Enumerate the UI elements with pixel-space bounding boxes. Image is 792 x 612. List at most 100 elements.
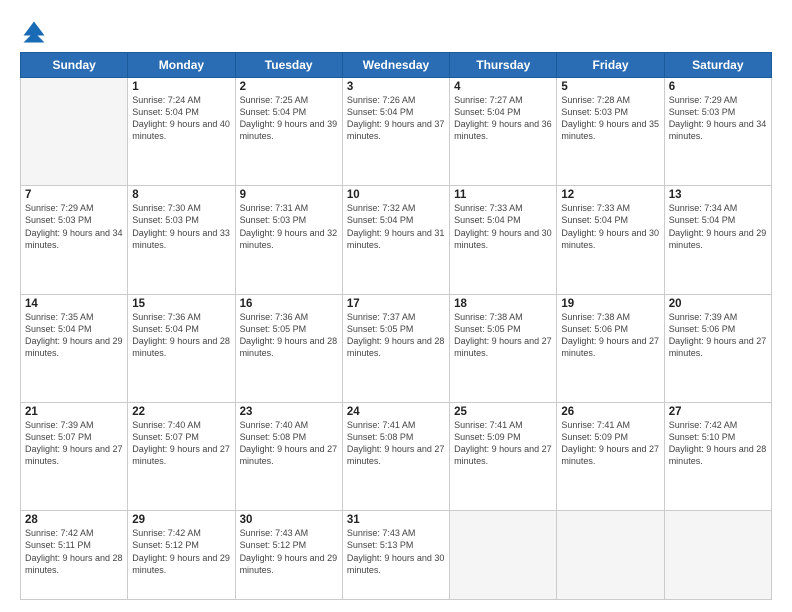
day-detail: Sunrise: 7:38 AMSunset: 5:05 PMDaylight:… xyxy=(454,312,552,358)
day-number: 22 xyxy=(132,406,230,418)
calendar-cell: 11Sunrise: 7:33 AMSunset: 5:04 PMDayligh… xyxy=(450,186,557,294)
day-number: 14 xyxy=(25,298,123,310)
day-number: 6 xyxy=(669,81,767,93)
calendar-cell: 6Sunrise: 7:29 AMSunset: 5:03 PMDaylight… xyxy=(664,78,771,186)
calendar-cell: 14 Sunrise: 7:35 AMSunset: 5:04 PMDayligh… xyxy=(21,294,128,402)
day-number: 9 xyxy=(240,189,338,201)
day-number: 15 xyxy=(132,298,230,310)
day-number: 20 xyxy=(669,298,767,310)
calendar-cell: 20 Sunrise: 7:39 AMSunset: 5:06 PMDayligh… xyxy=(664,294,771,402)
calendar-cell: 25 Sunrise: 7:41 AMSunset: 5:09 PMDayligh… xyxy=(450,402,557,510)
day-detail: Sunrise: 7:31 AMSunset: 5:03 PMDaylight:… xyxy=(240,203,338,249)
day-number: 24 xyxy=(347,406,445,418)
day-header-tuesday: Tuesday xyxy=(235,53,342,78)
day-number: 12 xyxy=(561,189,659,201)
day-number: 18 xyxy=(454,298,552,310)
calendar-cell xyxy=(450,511,557,600)
day-detail: Sunrise: 7:25 AMSunset: 5:04 PMDaylight:… xyxy=(240,95,338,141)
day-detail: Sunrise: 7:42 AMSunset: 5:11 PMDaylight:… xyxy=(25,528,123,574)
day-header-friday: Friday xyxy=(557,53,664,78)
calendar-cell: 18 Sunrise: 7:38 AMSunset: 5:05 PMDayligh… xyxy=(450,294,557,402)
calendar-cell: 30Sunrise: 7:43 AMSunset: 5:12 PMDayligh… xyxy=(235,511,342,600)
calendar-week-row: 28 Sunrise: 7:42 AMSunset: 5:11 PMDayligh… xyxy=(21,511,772,600)
day-number: 30 xyxy=(240,514,338,526)
day-detail: Sunrise: 7:35 AMSunset: 5:04 PMDaylight:… xyxy=(25,312,123,358)
day-detail: Sunrise: 7:34 AMSunset: 5:04 PMDaylight:… xyxy=(669,203,767,249)
day-number: 13 xyxy=(669,189,767,201)
day-number: 7 xyxy=(25,189,123,201)
calendar-cell: 9 Sunrise: 7:31 AMSunset: 5:03 PMDaylight… xyxy=(235,186,342,294)
calendar-cell: 16Sunrise: 7:36 AMSunset: 5:05 PMDayligh… xyxy=(235,294,342,402)
header xyxy=(20,18,772,46)
day-detail: Sunrise: 7:42 AMSunset: 5:12 PMDaylight:… xyxy=(132,528,230,574)
day-detail: Sunrise: 7:32 AMSunset: 5:04 PMDaylight:… xyxy=(347,203,445,249)
calendar-cell: 3 Sunrise: 7:26 AMSunset: 5:04 PMDaylight… xyxy=(342,78,449,186)
calendar-cell: 5 Sunrise: 7:28 AMSunset: 5:03 PMDaylight… xyxy=(557,78,664,186)
day-detail: Sunrise: 7:41 AMSunset: 5:09 PMDaylight:… xyxy=(454,420,552,466)
calendar-cell: 19 Sunrise: 7:38 AMSunset: 5:06 PMDayligh… xyxy=(557,294,664,402)
day-detail: Sunrise: 7:41 AMSunset: 5:08 PMDaylight:… xyxy=(347,420,445,466)
logo-icon xyxy=(20,18,48,46)
day-detail: Sunrise: 7:30 AMSunset: 5:03 PMDaylight:… xyxy=(132,203,230,249)
calendar-cell: 27Sunrise: 7:42 AMSunset: 5:10 PMDayligh… xyxy=(664,402,771,510)
day-header-monday: Monday xyxy=(128,53,235,78)
calendar-cell: 17 Sunrise: 7:37 AMSunset: 5:05 PMDayligh… xyxy=(342,294,449,402)
day-detail: Sunrise: 7:36 AMSunset: 5:05 PMDaylight:… xyxy=(240,312,338,358)
calendar-cell: 21 Sunrise: 7:39 AMSunset: 5:07 PMDayligh… xyxy=(21,402,128,510)
day-number: 28 xyxy=(25,514,123,526)
day-number: 2 xyxy=(240,81,338,93)
day-detail: Sunrise: 7:40 AMSunset: 5:07 PMDaylight:… xyxy=(132,420,230,466)
calendar-cell: 12 Sunrise: 7:33 AMSunset: 5:04 PMDayligh… xyxy=(557,186,664,294)
day-number: 10 xyxy=(347,189,445,201)
calendar-cell: 10 Sunrise: 7:32 AMSunset: 5:04 PMDayligh… xyxy=(342,186,449,294)
calendar-cell: 24 Sunrise: 7:41 AMSunset: 5:08 PMDayligh… xyxy=(342,402,449,510)
page: SundayMondayTuesdayWednesdayThursdayFrid… xyxy=(0,0,792,612)
day-detail: Sunrise: 7:24 AMSunset: 5:04 PMDaylight:… xyxy=(132,95,230,141)
day-number: 5 xyxy=(561,81,659,93)
day-number: 17 xyxy=(347,298,445,310)
calendar-header-row: SundayMondayTuesdayWednesdayThursdayFrid… xyxy=(21,53,772,78)
day-detail: Sunrise: 7:29 AMSunset: 5:03 PMDaylight:… xyxy=(25,203,123,249)
day-detail: Sunrise: 7:39 AMSunset: 5:06 PMDaylight:… xyxy=(669,312,767,358)
calendar-week-row: 14 Sunrise: 7:35 AMSunset: 5:04 PMDayligh… xyxy=(21,294,772,402)
day-detail: Sunrise: 7:40 AMSunset: 5:08 PMDaylight:… xyxy=(240,420,338,466)
calendar-cell: 31 Sunrise: 7:43 AMSunset: 5:13 PMDayligh… xyxy=(342,511,449,600)
day-detail: Sunrise: 7:26 AMSunset: 5:04 PMDaylight:… xyxy=(347,95,445,141)
calendar-cell: 15Sunrise: 7:36 AMSunset: 5:04 PMDayligh… xyxy=(128,294,235,402)
day-number: 3 xyxy=(347,81,445,93)
day-detail: Sunrise: 7:41 AMSunset: 5:09 PMDaylight:… xyxy=(561,420,659,466)
calendar-cell: 4Sunrise: 7:27 AMSunset: 5:04 PMDaylight… xyxy=(450,78,557,186)
calendar-week-row: 21 Sunrise: 7:39 AMSunset: 5:07 PMDayligh… xyxy=(21,402,772,510)
day-detail: Sunrise: 7:28 AMSunset: 5:03 PMDaylight:… xyxy=(561,95,659,141)
day-number: 29 xyxy=(132,514,230,526)
calendar-cell: 2 Sunrise: 7:25 AMSunset: 5:04 PMDaylight… xyxy=(235,78,342,186)
calendar-cell xyxy=(21,78,128,186)
day-number: 4 xyxy=(454,81,552,93)
day-detail: Sunrise: 7:39 AMSunset: 5:07 PMDaylight:… xyxy=(25,420,123,466)
calendar-cell: 28 Sunrise: 7:42 AMSunset: 5:11 PMDayligh… xyxy=(21,511,128,600)
day-detail: Sunrise: 7:43 AMSunset: 5:13 PMDaylight:… xyxy=(347,528,445,574)
calendar-cell: 23 Sunrise: 7:40 AMSunset: 5:08 PMDayligh… xyxy=(235,402,342,510)
day-number: 21 xyxy=(25,406,123,418)
day-detail: Sunrise: 7:33 AMSunset: 5:04 PMDaylight:… xyxy=(561,203,659,249)
calendar-week-row: 1 Sunrise: 7:24 AMSunset: 5:04 PMDaylight… xyxy=(21,78,772,186)
day-detail: Sunrise: 7:37 AMSunset: 5:05 PMDaylight:… xyxy=(347,312,445,358)
day-number: 25 xyxy=(454,406,552,418)
day-detail: Sunrise: 7:42 AMSunset: 5:10 PMDaylight:… xyxy=(669,420,767,466)
calendar-cell: 13 Sunrise: 7:34 AMSunset: 5:04 PMDayligh… xyxy=(664,186,771,294)
day-number: 31 xyxy=(347,514,445,526)
calendar-cell xyxy=(664,511,771,600)
day-number: 19 xyxy=(561,298,659,310)
day-number: 23 xyxy=(240,406,338,418)
day-number: 11 xyxy=(454,189,552,201)
day-detail: Sunrise: 7:38 AMSunset: 5:06 PMDaylight:… xyxy=(561,312,659,358)
day-number: 8 xyxy=(132,189,230,201)
day-number: 1 xyxy=(132,81,230,93)
day-header-thursday: Thursday xyxy=(450,53,557,78)
calendar-week-row: 7 Sunrise: 7:29 AMSunset: 5:03 PMDaylight… xyxy=(21,186,772,294)
logo xyxy=(20,18,52,46)
day-header-sunday: Sunday xyxy=(21,53,128,78)
calendar-cell: 1 Sunrise: 7:24 AMSunset: 5:04 PMDaylight… xyxy=(128,78,235,186)
calendar-table: SundayMondayTuesdayWednesdayThursdayFrid… xyxy=(20,52,772,600)
calendar-cell: 7 Sunrise: 7:29 AMSunset: 5:03 PMDaylight… xyxy=(21,186,128,294)
